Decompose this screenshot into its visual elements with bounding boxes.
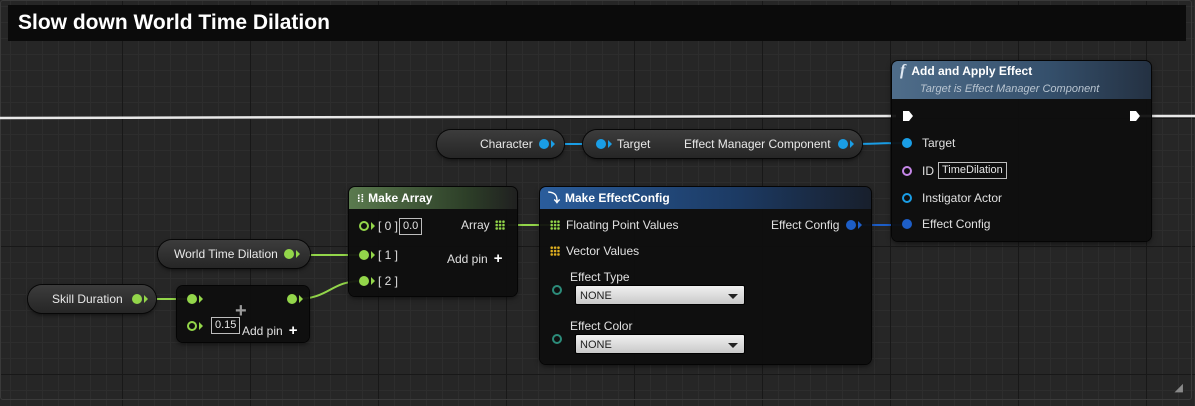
array-pin-1[interactable]	[359, 250, 369, 260]
skill-duration-node[interactable]: Skill Duration	[28, 285, 156, 313]
add-apply-effect-subtitle: Target is Effect Manager Component	[920, 83, 1100, 95]
plus-icon: +	[493, 250, 503, 267]
make-effect-config-header[interactable]: ⤵ Make EffectConfig	[540, 187, 871, 209]
effect-manager-component-label: Effect Manager Component	[684, 137, 831, 151]
make-array-node[interactable]: ⁝⁞ Make Array [ 0 ] 0.0 Array [ 1 ] Add p…	[349, 187, 517, 296]
multiply-output-arrow-icon	[299, 295, 303, 303]
make-array-icon: ⁝⁞	[357, 193, 365, 205]
multiply-add-pin-button[interactable]: Add pin +	[242, 322, 297, 339]
exec-out-icon[interactable]	[1129, 110, 1141, 122]
effect-type-dropdown[interactable]: NONE	[575, 285, 745, 305]
array-pin-0-value[interactable]: 0.0	[399, 218, 423, 235]
skill-duration-out-pin[interactable]	[132, 294, 142, 304]
id-value-input[interactable]: TimeDilation	[938, 162, 1007, 179]
effect-type-value: NONE	[580, 290, 612, 302]
multiply-input-b-arrow-icon	[199, 322, 203, 330]
effect-manager-out-pin[interactable]	[838, 139, 848, 149]
vector-values-label: Vector Values	[566, 244, 640, 258]
array-pin-2-label: [ 2 ]	[378, 274, 399, 288]
multiply-value-input[interactable]: 0.15	[211, 317, 241, 334]
add-apply-effect-title: Add and Apply Effect	[911, 64, 1033, 78]
array-output-pin-icon[interactable]	[495, 220, 505, 230]
chevron-down-icon	[728, 343, 738, 348]
effect-config-out-label: Effect Config	[771, 218, 840, 232]
id-pin[interactable]	[902, 166, 912, 176]
effect-color-pin[interactable]	[552, 334, 562, 344]
effect-config-in-pin[interactable]	[902, 219, 912, 229]
make-effect-config-node[interactable]: ⤵ Make EffectConfig Floating Point Values…	[540, 187, 871, 364]
world-time-dilation-node[interactable]: World Time Dilation	[158, 240, 310, 268]
make-array-title: Make Array	[368, 191, 433, 205]
world-time-dilation-label: World Time Dilation	[174, 247, 278, 261]
instigator-actor-pin[interactable]	[902, 193, 912, 203]
array-pin-2-arrow-icon	[371, 277, 375, 285]
skill-duration-label: Skill Duration	[52, 292, 123, 306]
multiply-input-a-arrow-icon	[199, 295, 203, 303]
effect-config-out-pin[interactable]	[846, 220, 856, 230]
multiply-input-a-pin[interactable]	[187, 294, 197, 304]
floating-point-values-label: Floating Point Values	[566, 218, 679, 232]
array-pin-1-arrow-icon	[371, 251, 375, 259]
target-pin[interactable]	[902, 138, 912, 148]
character-out-arrow-icon	[551, 140, 555, 148]
multiply-add-pin-label: Add pin	[242, 324, 283, 338]
get-effect-manager-node[interactable]: Target Effect Manager Component	[583, 130, 862, 158]
array-pin-0-arrow-icon	[371, 222, 375, 230]
array-pin-0[interactable]	[359, 221, 369, 231]
skill-duration-arrow-icon	[144, 295, 148, 303]
character-variable-node[interactable]: Character	[437, 130, 564, 158]
vector-values-pin-icon[interactable]	[550, 246, 560, 256]
multiply-node[interactable]: + 0.15 Add pin +	[177, 286, 309, 342]
cast-target-arrow-icon	[608, 140, 612, 148]
effect-color-dropdown[interactable]: NONE	[575, 334, 745, 354]
target-pin-label: Target	[922, 136, 956, 150]
graph-canvas[interactable]: Slow down World Time Dilation ◢ f Add and…	[0, 0, 1195, 406]
effect-manager-out-arrow-icon	[850, 140, 854, 148]
instigator-actor-label: Instigator Actor	[922, 191, 1003, 205]
multiply-input-b-pin[interactable]	[187, 321, 197, 331]
make-struct-icon: ⤵	[548, 191, 561, 205]
id-pin-label: ID	[922, 164, 934, 178]
world-time-dilation-arrow-icon	[296, 250, 300, 258]
exec-in-icon[interactable]	[902, 110, 914, 122]
effect-type-label: Effect Type	[570, 270, 630, 284]
plus-icon: +	[288, 322, 298, 339]
floating-point-values-pin-icon[interactable]	[550, 220, 560, 230]
make-effect-config-title: Make EffectConfig	[565, 191, 670, 205]
cast-target-pin[interactable]	[596, 139, 606, 149]
chevron-down-icon	[728, 294, 738, 299]
cast-target-label: Target	[617, 137, 651, 151]
array-pin-0-label: [ 0 ]	[378, 219, 399, 233]
array-pin-2[interactable]	[359, 276, 369, 286]
make-array-add-pin-label: Add pin	[447, 252, 488, 266]
character-out-pin[interactable]	[539, 139, 549, 149]
effect-color-value: NONE	[580, 339, 612, 351]
exec-wire-in	[0, 114, 897, 120]
effect-color-label: Effect Color	[570, 319, 633, 333]
make-array-header[interactable]: ⁝⁞ Make Array	[349, 187, 517, 209]
multiply-output-pin[interactable]	[287, 294, 297, 304]
world-time-dilation-out-pin[interactable]	[284, 249, 294, 259]
add-apply-effect-node[interactable]: f Add and Apply Effect Target is Effect M…	[892, 61, 1151, 241]
effect-config-out-arrow-icon	[858, 221, 862, 229]
add-apply-effect-header[interactable]: f Add and Apply Effect Target is Effect M…	[892, 61, 1151, 99]
make-array-add-pin-button[interactable]: Add pin +	[447, 250, 502, 267]
array-pin-1-label: [ 1 ]	[378, 248, 399, 262]
function-icon: f	[900, 62, 906, 79]
effect-config-in-label: Effect Config	[922, 217, 991, 231]
effect-type-pin[interactable]	[552, 285, 562, 295]
character-label: Character	[480, 137, 533, 151]
array-output-label: Array	[461, 218, 490, 232]
